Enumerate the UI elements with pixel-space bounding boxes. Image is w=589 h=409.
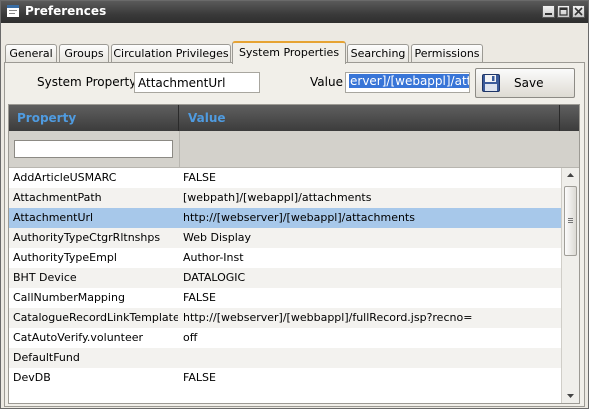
system-property-input[interactable] xyxy=(134,72,260,93)
table-row[interactable]: BHT Device DATALOGIC xyxy=(9,268,561,288)
property-filter-input[interactable] xyxy=(14,140,173,158)
close-icon xyxy=(574,7,583,16)
table-row[interactable]: CallNumberMapping FALSE xyxy=(9,288,561,308)
property-cell: AttachmentPath xyxy=(13,191,102,204)
maximize-button[interactable] xyxy=(557,5,570,18)
preferences-window: Preferences General Groups Circulation P… xyxy=(0,0,589,409)
system-properties-panel: System Property Value erver]/[webappl]/a… xyxy=(4,62,585,407)
column-header-value[interactable]: Value xyxy=(180,105,560,131)
table-row[interactable]: CatAutoVerify.volunteer off xyxy=(9,328,561,348)
table-row[interactable]: AuthorityTypeEmpl Author-Inst xyxy=(9,248,561,268)
property-cell: CatalogueRecordLinkTemplate xyxy=(13,311,178,324)
table-row[interactable]: DefaultFund xyxy=(9,348,561,368)
property-cell: AttachmentUrl xyxy=(13,211,94,224)
table-row[interactable]: AuthorityTypeCtgrRltnshps Web Display xyxy=(9,228,561,248)
close-button[interactable] xyxy=(572,5,585,18)
maximize-icon xyxy=(559,7,568,16)
value-cell: Author-Inst xyxy=(183,251,244,264)
minimize-button[interactable] xyxy=(542,5,555,18)
tab-system-properties[interactable]: System Properties xyxy=(232,41,346,64)
value-cell: FALSE xyxy=(183,171,216,184)
scroll-up-arrow-icon[interactable] xyxy=(562,168,579,182)
value-label: Value xyxy=(310,75,343,89)
value-cell: http://[webserver]/[webbappl]/fullRecord… xyxy=(183,311,473,324)
system-property-label: System Property xyxy=(37,75,137,89)
floppy-disk-icon xyxy=(482,74,500,92)
value-cell: Web Display xyxy=(183,231,252,244)
value-cell: http://[webserver]/[webappl]/attachments xyxy=(183,211,415,224)
table-row[interactable]: AddArticleUSMARC FALSE xyxy=(9,168,561,188)
value-cell: FALSE xyxy=(183,371,216,384)
property-cell: AuthorityTypeCtgrRltnshps xyxy=(13,231,161,244)
value-input[interactable]: erver]/[webappl]/atta xyxy=(345,72,470,93)
minimize-icon xyxy=(545,13,552,15)
properties-grid: Property Value AddArticleUSMARC FALSE Atta… xyxy=(8,104,580,404)
vertical-scrollbar[interactable] xyxy=(561,168,579,403)
save-button-label: Save xyxy=(514,76,544,90)
tab-circulation-privileges[interactable]: Circulation Privileges xyxy=(111,44,231,63)
value-input-text: erver]/[webappl]/atta xyxy=(349,74,469,88)
title-bar[interactable]: Preferences xyxy=(1,1,588,23)
property-cell: DevDB xyxy=(13,371,51,384)
grid-header: Property Value xyxy=(9,105,579,131)
property-cell: DefaultFund xyxy=(13,351,80,364)
property-cell: AddArticleUSMARC xyxy=(13,171,117,184)
column-header-property[interactable]: Property xyxy=(9,105,179,131)
table-row[interactable]: AttachmentPath [webpath]/[webappl]/attach… xyxy=(9,188,561,208)
property-cell: CallNumberMapping xyxy=(13,291,125,304)
save-button[interactable]: Save xyxy=(475,68,575,98)
tab-general[interactable]: General xyxy=(5,44,57,63)
property-cell: CatAutoVerify.volunteer xyxy=(13,331,144,344)
property-cell: AuthorityTypeEmpl xyxy=(13,251,117,264)
grid-rows: AddArticleUSMARC FALSE AttachmentPath [webp… xyxy=(9,168,561,388)
value-cell: off xyxy=(183,331,198,344)
grip-icon xyxy=(568,218,573,223)
tab-permissions[interactable]: Permissions xyxy=(411,44,483,63)
scrollbar-thumb[interactable] xyxy=(564,186,577,256)
tab-groups[interactable]: Groups xyxy=(59,44,109,63)
tab-strip: General Groups Circulation Privileges Sy… xyxy=(1,41,588,64)
filter-row xyxy=(9,131,579,168)
window-title: Preferences xyxy=(25,4,107,18)
table-row[interactable]: DevDB FALSE xyxy=(9,368,561,388)
tab-searching[interactable]: Searching xyxy=(347,44,409,63)
scroll-down-arrow-icon[interactable] xyxy=(562,389,579,403)
value-cell: [webpath]/[webappl]/attachments xyxy=(183,191,372,204)
filter-divider xyxy=(179,131,180,167)
value-cell: DATALOGIC xyxy=(183,271,246,284)
window-icon xyxy=(7,5,19,17)
table-row[interactable]: AttachmentUrl http://[webserver]/[webappl… xyxy=(9,208,561,228)
property-cell: BHT Device xyxy=(13,271,77,284)
table-row[interactable]: CatalogueRecordLinkTemplate http://[webse… xyxy=(9,308,561,328)
value-cell: FALSE xyxy=(183,291,216,304)
